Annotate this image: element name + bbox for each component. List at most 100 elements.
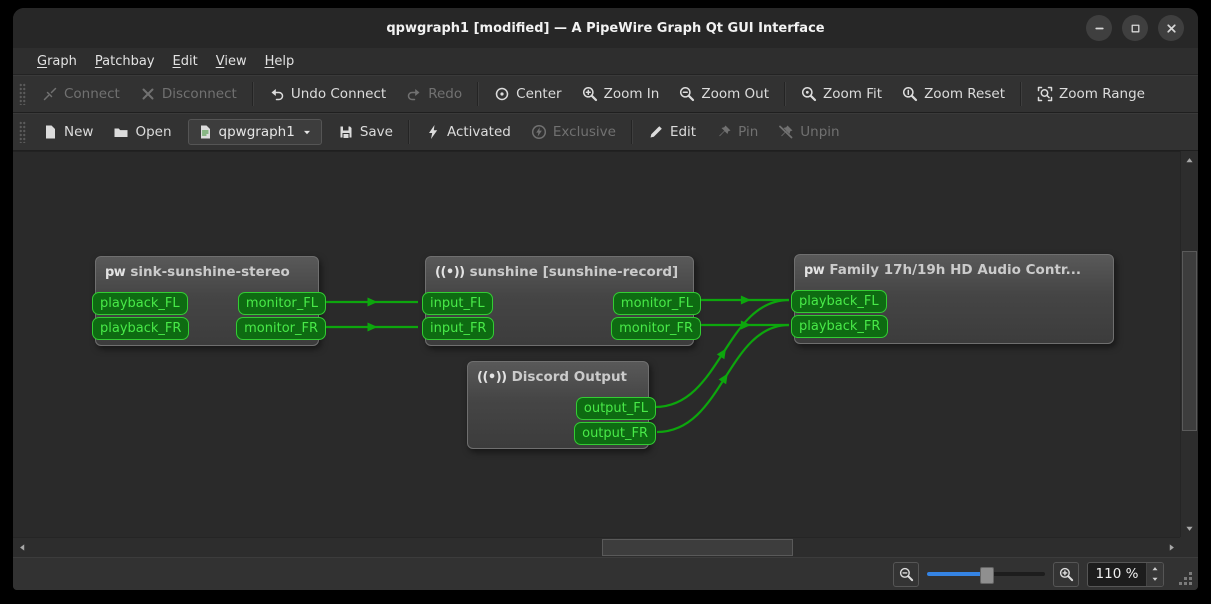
toolbar-graph: Connect Disconnect Undo Connect Redo Center Z… xyxy=(13,75,1198,113)
zoom-value[interactable]: 110 % xyxy=(1088,566,1146,582)
toolbar-separator xyxy=(631,120,633,144)
zoom-fit-button[interactable]: Zoom Fit xyxy=(791,80,892,108)
spin-down-icon xyxy=(1150,574,1160,584)
maximize-button[interactable] xyxy=(1122,15,1148,41)
minimize-icon xyxy=(1092,21,1107,36)
scroll-left-icon xyxy=(17,542,28,553)
zoom-out-icon xyxy=(899,567,914,582)
scroll-up-icon[interactable] xyxy=(1181,152,1198,168)
port-output-fl[interactable]: output_FL xyxy=(576,397,656,420)
minimize-button[interactable] xyxy=(1086,15,1112,41)
zoom-range-button[interactable]: Zoom Range xyxy=(1027,80,1155,108)
zoom-in-button[interactable]: Zoom In xyxy=(572,80,670,108)
center-button[interactable]: Center xyxy=(484,80,571,108)
button-label: Redo xyxy=(428,86,462,102)
zoom-out-button[interactable]: Zoom Out xyxy=(669,80,779,108)
undo-connect-button[interactable]: Undo Connect xyxy=(259,80,396,108)
new-file-icon xyxy=(42,124,58,140)
activated-button[interactable]: Activated xyxy=(415,118,521,146)
node-header[interactable]: pwsink-sunshine-stereo xyxy=(96,257,318,280)
edit-button[interactable]: Edit xyxy=(638,118,706,146)
exclusive-button: Exclusive xyxy=(521,118,626,146)
edit-icon xyxy=(648,124,664,140)
toolbar-drag-handle[interactable] xyxy=(19,83,26,105)
node-header[interactable]: ((•)) Discord Output xyxy=(468,362,648,385)
port-monitor-fr[interactable]: monitor_FR xyxy=(611,317,701,340)
port-playback-fr[interactable]: playback_FR xyxy=(92,317,189,340)
port-playback-fl[interactable]: playback_FL xyxy=(791,290,887,313)
zoom-in-icon xyxy=(1059,567,1074,582)
port-output-fr[interactable]: output_FR xyxy=(574,422,656,445)
port-playback-fr[interactable]: playback_FR xyxy=(791,315,888,338)
node-family-17h-19h-hd-audio-contr[interactable]: pwFamily 17h/19h HD Audio Contr... playba… xyxy=(794,254,1114,344)
button-label: Zoom In xyxy=(604,86,660,102)
close-button[interactable] xyxy=(1158,15,1184,41)
vertical-scrollbar[interactable] xyxy=(1180,151,1198,537)
window-controls xyxy=(1086,15,1184,41)
port-playback-fl[interactable]: playback_FL xyxy=(92,292,188,315)
pin-icon xyxy=(716,124,732,140)
wire-arrow-icon xyxy=(368,323,378,332)
zoom-out-button[interactable] xyxy=(893,562,919,587)
scroll-left-icon[interactable] xyxy=(14,538,30,557)
toolbar-separator xyxy=(1020,82,1022,106)
unpin-icon xyxy=(778,124,794,140)
open-button[interactable]: Open xyxy=(103,118,181,146)
node-header[interactable]: pwFamily 17h/19h HD Audio Contr... xyxy=(795,255,1113,278)
node-sink-sunshine-stereo[interactable]: pwsink-sunshine-stereo playback_FLplaybac… xyxy=(95,256,319,346)
horizontal-scrollbar[interactable] xyxy=(13,537,1180,557)
zoom-slider[interactable] xyxy=(927,564,1045,584)
disconnect-icon xyxy=(140,86,156,102)
titlebar[interactable]: qpwgraph1 [modified] — A PipeWire Graph … xyxy=(13,8,1198,48)
wire-arrow-icon xyxy=(717,346,730,359)
button-label: Connect xyxy=(64,86,120,102)
port-monitor-fl[interactable]: monitor_FL xyxy=(238,292,326,315)
zoom-in-button[interactable] xyxy=(1053,562,1079,587)
button-label: Zoom Range xyxy=(1059,86,1145,102)
port-monitor-fl[interactable]: monitor_FL xyxy=(613,292,701,315)
menu-graph[interactable]: Graph xyxy=(29,51,85,72)
button-label: Activated xyxy=(447,124,511,140)
graph-canvas[interactable]: pwsink-sunshine-stereoplayback_FLplaybac… xyxy=(13,151,1180,537)
stream-icon: ((•)) xyxy=(477,370,507,385)
resize-grip[interactable] xyxy=(1179,572,1193,586)
scroll-down-icon[interactable] xyxy=(1181,520,1198,536)
patchbay-select[interactable]: qpwgraph1 xyxy=(188,119,322,145)
maximize-icon xyxy=(1128,21,1143,36)
port-input-fr[interactable]: input_FR xyxy=(422,317,494,340)
canvas-zone: pwsink-sunshine-stereoplayback_FLplaybac… xyxy=(13,151,1198,557)
redo-icon xyxy=(406,86,422,102)
new-button[interactable]: New xyxy=(32,118,103,146)
menubar: GraphPatchbayEditViewHelp xyxy=(13,48,1198,75)
spin-down-icon[interactable] xyxy=(1147,574,1163,584)
node-title: Discord Output xyxy=(512,369,627,385)
zoom-spinbox[interactable]: 110 % xyxy=(1087,562,1164,587)
node-sunshine-sunshine-record[interactable]: ((•))sunshine [sunshine-record] input_FLi… xyxy=(425,256,694,346)
disconnect-button: Disconnect xyxy=(130,80,247,108)
menu-edit[interactable]: Edit xyxy=(165,51,206,72)
menu-help[interactable]: Help xyxy=(257,51,303,72)
spin-up-icon[interactable] xyxy=(1147,564,1163,574)
port-monitor-fr[interactable]: monitor_FR xyxy=(236,317,326,340)
zoom-reset-button[interactable]: Zoom Reset xyxy=(892,80,1015,108)
window-title: qpwgraph1 [modified] — A PipeWire Graph … xyxy=(386,21,824,36)
node-header[interactable]: ((•))sunshine [sunshine-record] xyxy=(426,257,693,280)
scroll-right-icon[interactable] xyxy=(1163,538,1179,557)
wire-arrow-icon xyxy=(368,298,378,307)
node-discord-output[interactable]: ((•))Discord Outputoutput_FLoutput_FR xyxy=(467,361,649,449)
toolbar-separator xyxy=(408,120,410,144)
port-input-fl[interactable]: input_FL xyxy=(422,292,493,315)
zoom-fit-icon xyxy=(801,86,817,102)
chevron-down-icon xyxy=(301,126,313,138)
save-button[interactable]: Save xyxy=(328,118,403,146)
menu-patchbay[interactable]: Patchbay xyxy=(87,51,163,72)
zoom-out-icon xyxy=(679,86,695,102)
horizontal-scroll-thumb[interactable] xyxy=(602,539,793,556)
connect-icon xyxy=(42,86,58,102)
close-icon xyxy=(1164,21,1179,36)
toolbar-drag-handle[interactable] xyxy=(19,121,26,143)
vertical-scroll-thumb[interactable] xyxy=(1182,251,1197,431)
menu-view[interactable]: View xyxy=(208,51,255,72)
toolbar-separator xyxy=(784,82,786,106)
zoom-slider-handle[interactable] xyxy=(980,567,994,584)
